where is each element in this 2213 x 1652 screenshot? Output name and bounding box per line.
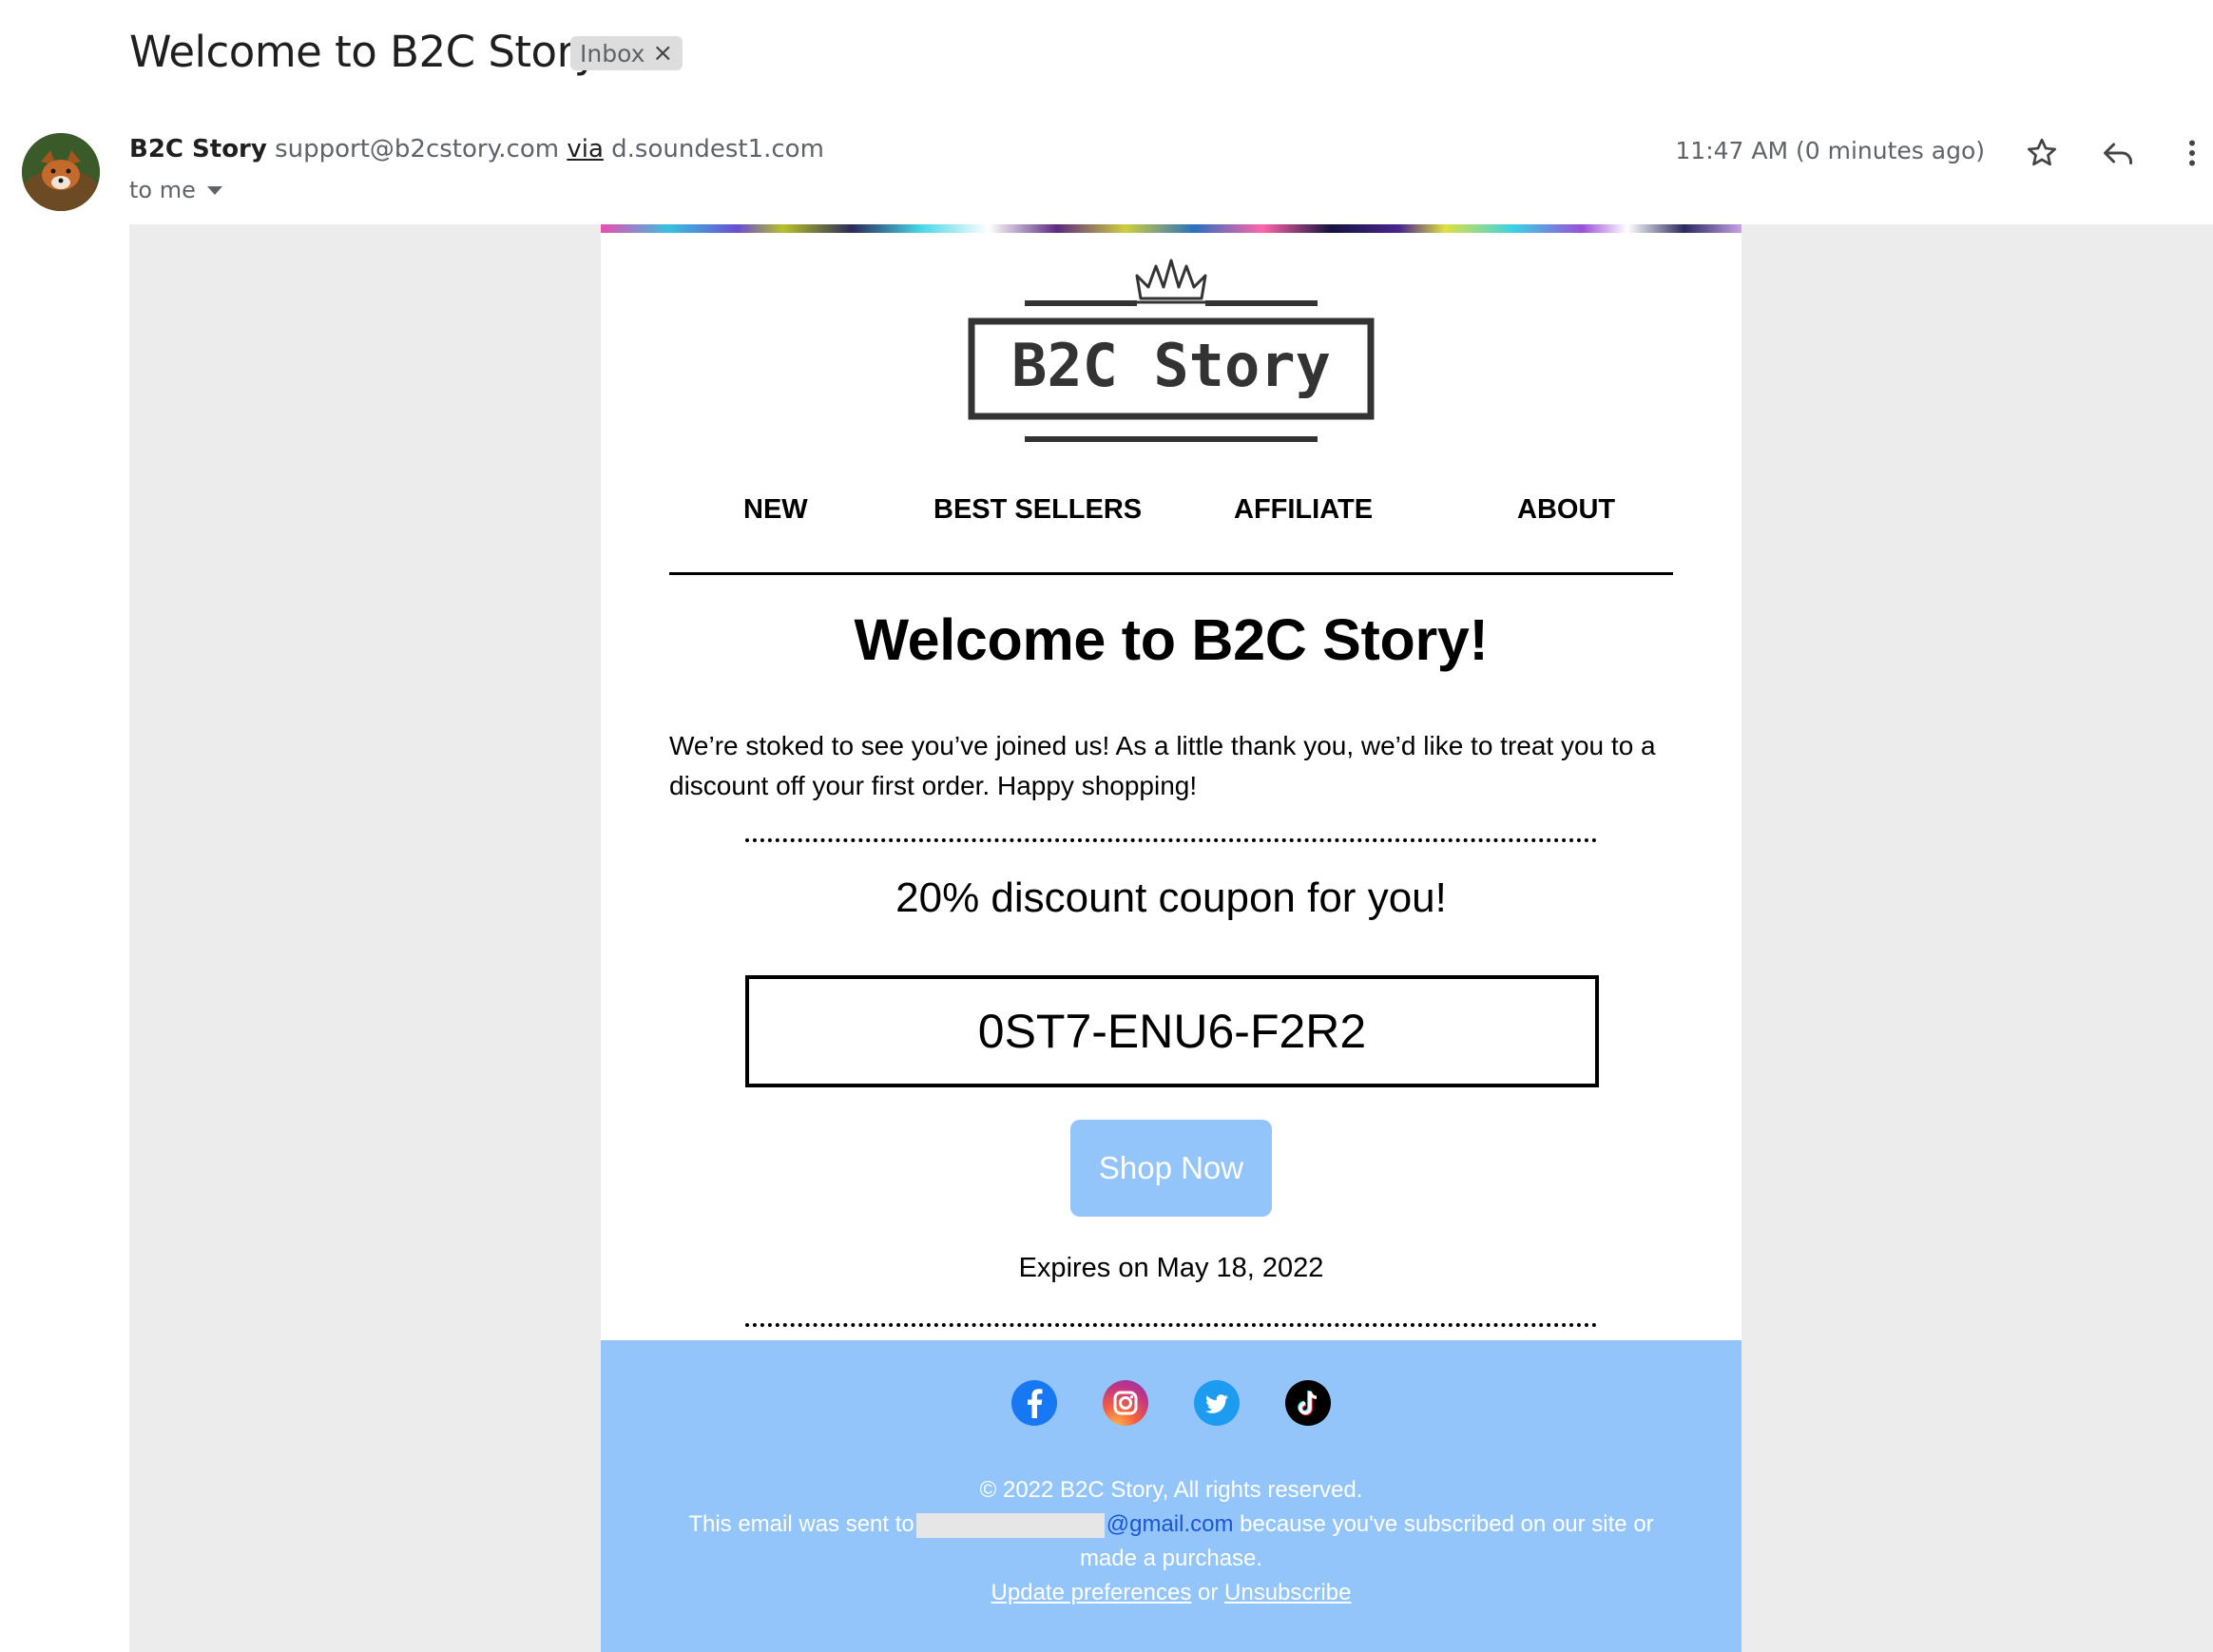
- coupon-title: 20% discount coupon for you!: [895, 874, 1447, 921]
- recipients-toggle[interactable]: to me: [129, 177, 222, 203]
- crown-icon: [1135, 259, 1207, 304]
- sent-to-prefix: This email was sent to: [688, 1511, 914, 1537]
- nav-new[interactable]: NEW: [743, 494, 808, 526]
- sender-name[interactable]: B2C Story: [129, 135, 267, 163]
- reply-icon[interactable]: [2096, 131, 2140, 175]
- update-preferences-link[interactable]: Update preferences: [991, 1580, 1192, 1605]
- unsubscribe-link[interactable]: Unsubscribe: [1224, 1580, 1351, 1605]
- instagram-icon[interactable]: [1103, 1380, 1148, 1426]
- nav-affiliate[interactable]: AFFILIATE: [1234, 494, 1373, 526]
- dotted-divider-top: [745, 838, 1597, 842]
- footer-links: Update preferences or Unsubscribe: [601, 1576, 1742, 1610]
- or-label: or: [1198, 1580, 1219, 1605]
- chevron-down-icon: [206, 185, 222, 195]
- inbox-label-text: Inbox: [580, 39, 645, 67]
- sender-line: B2C Story support@b2cstory.com via d.sou…: [129, 135, 824, 163]
- remove-label-icon[interactable]: ×: [652, 39, 673, 67]
- sent-to-suffix: because you've subscribed on our site or: [1240, 1511, 1654, 1537]
- newsletter-nav: NEW BEST SELLERS AFFILIATE ABOUT: [669, 494, 1673, 536]
- dotted-divider-bottom: [745, 1323, 1597, 1327]
- coupon-code-box[interactable]: 0ST7-ENU6-F2R2: [745, 975, 1599, 1087]
- logo-text: B2C Story: [1011, 331, 1331, 400]
- nav-best-sellers[interactable]: BEST SELLERS: [933, 494, 1142, 526]
- fox-avatar-icon: [22, 133, 100, 211]
- coupon-expiry: Expires on May 18, 2022: [1018, 1253, 1324, 1283]
- email-subject: Welcome to B2C Story: [129, 27, 599, 77]
- sender-avatar[interactable]: [22, 133, 100, 211]
- shop-now-button[interactable]: Shop Now: [1070, 1120, 1272, 1217]
- star-icon[interactable]: [2020, 131, 2064, 175]
- email-timestamp: 11:47 AM (0 minutes ago): [1675, 137, 1985, 164]
- b2c-story-logo[interactable]: B2C Story: [960, 253, 1382, 449]
- inbox-label-chip[interactable]: Inbox ×: [570, 36, 683, 70]
- footer-sent-to-line2: made a purchase.: [1079, 1546, 1263, 1571]
- nav-about[interactable]: ABOUT: [1517, 494, 1615, 526]
- via-link[interactable]: via: [567, 135, 604, 163]
- via-domain: d.soundest1.com: [611, 135, 824, 163]
- nav-divider: [669, 572, 1673, 575]
- twitter-icon[interactable]: [1194, 1380, 1240, 1426]
- header-banner-strip: [601, 224, 1742, 233]
- footer-copyright: © 2022 B2C Story, All rights reserved.: [979, 1477, 1363, 1503]
- tiktok-icon[interactable]: [1285, 1380, 1331, 1426]
- more-vert-icon[interactable]: [2170, 131, 2213, 175]
- footer-sent-to-line: This email was sent to @gmail.com because…: [601, 1508, 1742, 1542]
- welcome-headline: Welcome to B2C Story!: [854, 607, 1489, 672]
- sender-email[interactable]: support@b2cstory.com: [275, 135, 559, 163]
- recipient-email-link[interactable]: @gmail.com: [1106, 1511, 1234, 1537]
- redacted-email-block: [915, 1512, 1105, 1538]
- facebook-icon[interactable]: [1011, 1380, 1057, 1426]
- to-me-label: to me: [129, 177, 196, 203]
- intro-paragraph: We’re stoked to see you’ve joined us! As…: [669, 731, 1656, 800]
